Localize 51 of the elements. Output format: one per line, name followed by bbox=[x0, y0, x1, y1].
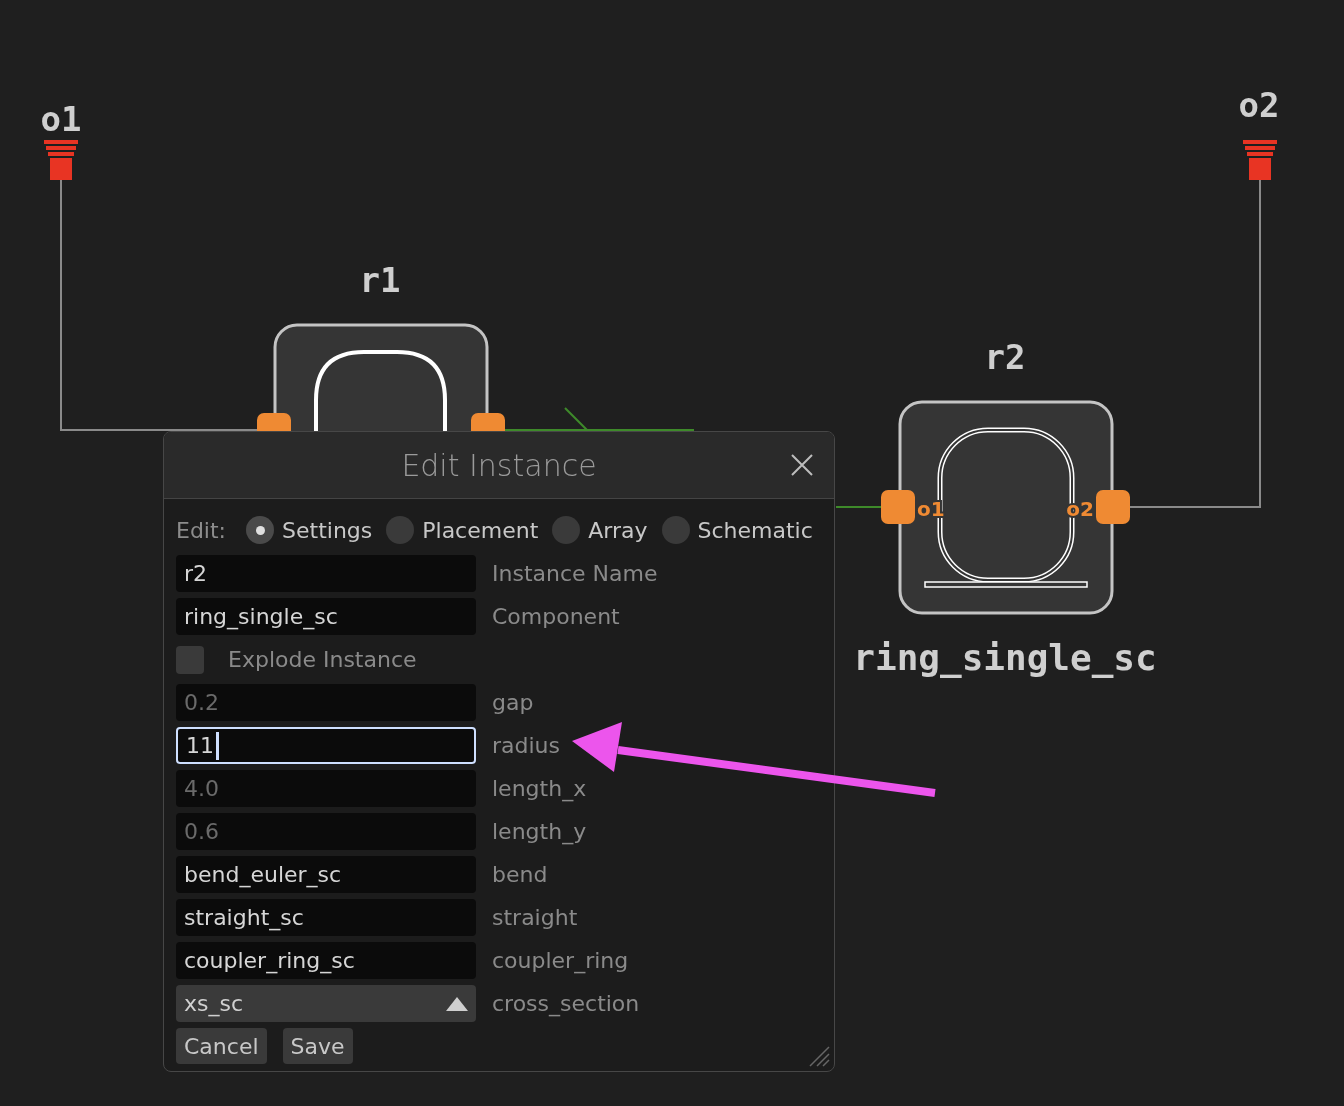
radio-label[interactable]: Array bbox=[588, 517, 648, 543]
dialog-title: Edit Instance bbox=[401, 447, 597, 483]
input-field[interactable]: straight_sc bbox=[176, 899, 476, 936]
pin-label: o1 bbox=[40, 99, 82, 139]
pin-icon bbox=[1243, 140, 1277, 180]
input-field[interactable]: 4.0 bbox=[176, 770, 476, 807]
wire bbox=[835, 506, 883, 508]
field-label: gap bbox=[492, 690, 534, 715]
checkbox[interactable] bbox=[176, 645, 204, 674]
input-field[interactable]: ring_single_sc bbox=[176, 598, 476, 635]
edit-label: Edit: bbox=[176, 517, 226, 543]
save-button[interactable]: Save bbox=[282, 1028, 353, 1064]
field-label: bend bbox=[492, 862, 548, 887]
input-field[interactable]: 0.6 bbox=[176, 813, 476, 850]
radio-label[interactable]: Schematic bbox=[697, 517, 813, 543]
field-label: coupler_ring bbox=[492, 948, 629, 973]
input-field[interactable]: r2 bbox=[176, 555, 476, 592]
field-label: cross_section bbox=[492, 991, 640, 1016]
field-label: length_x bbox=[492, 776, 587, 801]
pin-label: o2 bbox=[1238, 85, 1280, 125]
field-label: Instance Name bbox=[492, 561, 658, 586]
input-field[interactable]: bend_euler_sc bbox=[176, 856, 476, 893]
caret-icon bbox=[446, 996, 468, 1011]
port[interactable] bbox=[471, 413, 505, 431]
instance-node[interactable] bbox=[273, 323, 489, 431]
radio-label[interactable]: Settings bbox=[282, 517, 373, 543]
input-field[interactable]: 0.2 bbox=[176, 684, 476, 721]
radio-button[interactable] bbox=[246, 516, 274, 544]
port[interactable] bbox=[881, 490, 915, 524]
field-label: Component bbox=[492, 604, 620, 629]
radio-button[interactable] bbox=[661, 516, 690, 544]
instance-name: r2 bbox=[984, 337, 1026, 377]
checkbox-label: Explode Instance bbox=[228, 647, 417, 672]
port[interactable] bbox=[257, 413, 291, 431]
input-field[interactable]: coupler_ring_sc bbox=[176, 942, 476, 979]
field-label: length_y bbox=[492, 819, 587, 844]
component-name: ring_single_sc bbox=[853, 637, 1157, 678]
dropdown[interactable]: xs_sc bbox=[176, 985, 476, 1022]
radio-button[interactable] bbox=[386, 516, 415, 544]
field-label: radius bbox=[492, 733, 560, 758]
input-field[interactable]: 11 bbox=[176, 727, 476, 764]
resize-grip-icon[interactable] bbox=[808, 1045, 830, 1067]
close-icon[interactable] bbox=[790, 453, 814, 477]
port[interactable] bbox=[1096, 490, 1130, 524]
radio-label[interactable]: Placement bbox=[422, 517, 539, 543]
radio-button[interactable] bbox=[552, 516, 581, 544]
cancel-button[interactable]: Cancel bbox=[176, 1028, 267, 1064]
instance-name: r1 bbox=[359, 260, 401, 300]
pin-icon bbox=[44, 140, 78, 180]
field-label: straight bbox=[492, 905, 578, 930]
instance-node[interactable] bbox=[898, 400, 1114, 615]
